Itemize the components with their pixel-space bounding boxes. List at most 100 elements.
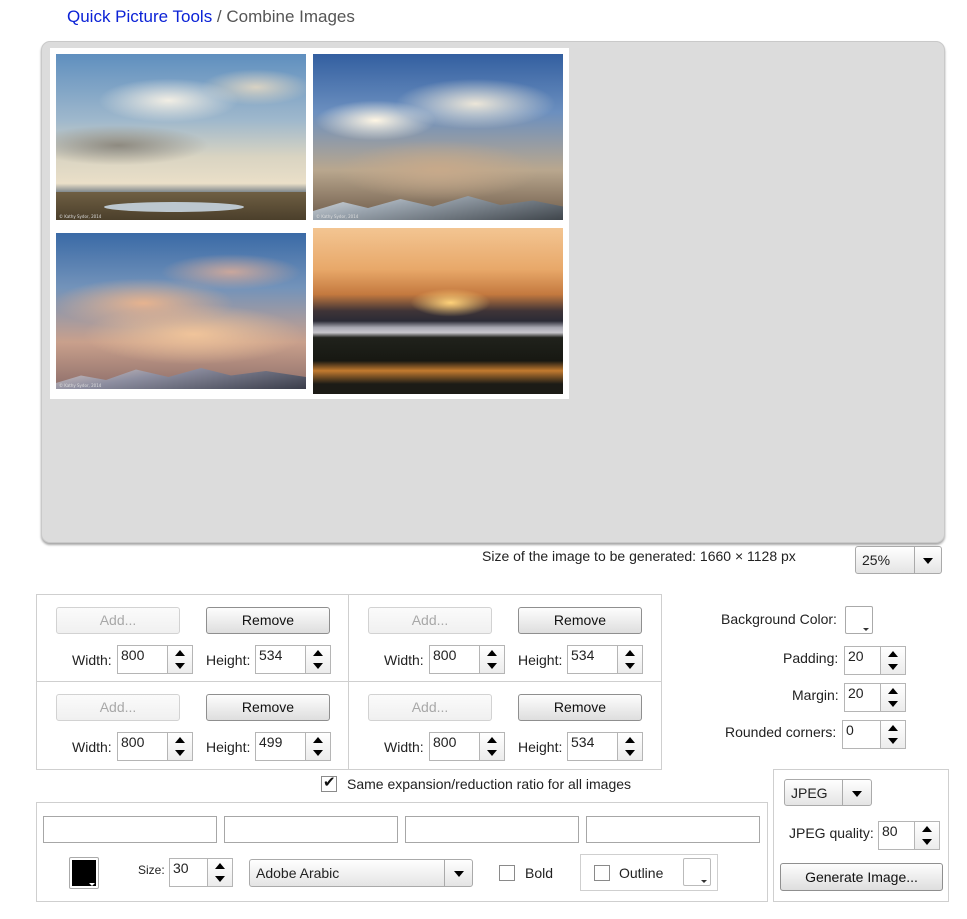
width-stepper[interactable]: 800: [117, 645, 193, 674]
font-size-label: Size:: [138, 863, 165, 877]
triangle-down-icon[interactable]: [215, 876, 225, 882]
width-input[interactable]: 800: [429, 732, 479, 761]
triangle-up-icon[interactable]: [487, 650, 497, 656]
triangle-down-icon[interactable]: [313, 663, 323, 669]
same-ratio-checkbox[interactable]: ✔: [321, 773, 337, 792]
font-family-value: Adobe Arabic: [256, 865, 340, 881]
triangle-up-icon[interactable]: [175, 650, 185, 656]
triangle-up-icon[interactable]: [888, 725, 898, 731]
background-color-label: Background Color:: [721, 611, 837, 627]
background-color-picker[interactable]: [845, 606, 873, 634]
triangle-down-icon[interactable]: [922, 839, 932, 845]
add-image-button[interactable]: Add...: [56, 607, 180, 634]
outline-label[interactable]: Outline: [619, 865, 663, 881]
add-image-button[interactable]: Add...: [368, 607, 492, 634]
check-mark-icon: ✔: [323, 773, 336, 791]
preview-photo-2: © Kathy Sydor, 2014: [313, 54, 563, 220]
triangle-down-icon[interactable]: [175, 750, 185, 756]
remove-image-button[interactable]: Remove: [206, 607, 330, 634]
triangle-down-icon[interactable]: [625, 750, 635, 756]
triangle-down-icon[interactable]: [888, 701, 898, 707]
rounded-corners-input[interactable]: 0: [842, 720, 880, 749]
height-input[interactable]: 534: [255, 645, 305, 674]
margin-input[interactable]: 20: [844, 683, 880, 712]
padding-label: Padding:: [783, 650, 839, 666]
remove-image-button[interactable]: Remove: [518, 694, 642, 721]
jpeg-quality-input[interactable]: 80: [878, 821, 914, 850]
triangle-down-icon[interactable]: [487, 663, 497, 669]
image-slot-3: Add... Remove Width: 800 Height: 499: [37, 682, 349, 769]
zoom-select[interactable]: 25%: [855, 546, 942, 574]
text-input-2[interactable]: [224, 816, 398, 843]
height-input[interactable]: 499: [255, 732, 305, 761]
preview-photo-1: © Kathy Sydor, 2014: [56, 54, 306, 220]
height-stepper[interactable]: 534: [567, 732, 643, 761]
rounded-corners-stepper[interactable]: 0: [842, 720, 906, 749]
width-stepper[interactable]: 800: [117, 732, 193, 761]
generate-image-button[interactable]: Generate Image...: [780, 863, 943, 891]
preview-photo-4: [313, 228, 563, 394]
width-stepper[interactable]: 800: [429, 645, 505, 674]
width-input[interactable]: 800: [429, 645, 479, 674]
width-label: Width:: [72, 739, 112, 755]
width-stepper[interactable]: 800: [429, 732, 505, 761]
height-label: Height:: [206, 739, 251, 755]
width-input[interactable]: 800: [117, 645, 167, 674]
font-family-select[interactable]: Adobe Arabic: [249, 859, 473, 887]
triangle-down-icon[interactable]: [175, 663, 185, 669]
triangle-up-icon[interactable]: [922, 826, 932, 832]
text-color-picker[interactable]: [69, 857, 99, 889]
width-input[interactable]: 800: [117, 732, 167, 761]
bold-checkbox[interactable]: [499, 865, 515, 881]
output-panel: JPEG JPEG quality: 80 Generate Image...: [773, 769, 949, 902]
height-input[interactable]: 534: [567, 645, 617, 674]
triangle-down-icon[interactable]: [625, 663, 635, 669]
outline-checkbox[interactable]: [594, 865, 610, 881]
triangle-up-icon[interactable]: [313, 650, 323, 656]
add-image-button[interactable]: Add...: [56, 694, 180, 721]
triangle-down-icon[interactable]: [313, 750, 323, 756]
rounded-corners-label: Rounded corners:: [725, 724, 837, 740]
triangle-up-icon[interactable]: [888, 651, 898, 657]
image-slots-grid: Add... Remove Width: 800 Height: 534 Add…: [36, 594, 662, 770]
image-slot-1: Add... Remove Width: 800 Height: 534: [37, 595, 349, 682]
text-input-4[interactable]: [586, 816, 760, 843]
triangle-up-icon[interactable]: [625, 737, 635, 743]
remove-image-button[interactable]: Remove: [518, 607, 642, 634]
triangle-up-icon[interactable]: [487, 737, 497, 743]
font-size-stepper[interactable]: 30: [169, 858, 233, 887]
jpeg-quality-stepper[interactable]: 80: [878, 821, 940, 850]
text-input-1[interactable]: [43, 816, 217, 843]
same-ratio-label[interactable]: Same expansion/reduction ratio for all i…: [347, 776, 631, 792]
photo-watermark: © Kathy Sydor, 2014: [59, 383, 102, 388]
add-image-button[interactable]: Add...: [368, 694, 492, 721]
outline-color-picker[interactable]: [683, 858, 711, 886]
triangle-up-icon[interactable]: [888, 688, 898, 694]
text-overlay-panel: Size: 30 Adobe Arabic Bold Outline: [36, 802, 768, 902]
margin-stepper[interactable]: 20: [844, 683, 906, 712]
outline-group: Outline: [580, 854, 718, 891]
height-stepper[interactable]: 499: [255, 732, 331, 761]
padding-input[interactable]: 20: [844, 646, 880, 675]
triangle-down-icon[interactable]: [888, 738, 898, 744]
breadcrumb-link-quick-picture-tools[interactable]: Quick Picture Tools: [67, 7, 212, 26]
height-input[interactable]: 534: [567, 732, 617, 761]
triangle-up-icon[interactable]: [313, 737, 323, 743]
triangle-up-icon[interactable]: [175, 737, 185, 743]
font-size-input[interactable]: 30: [169, 858, 207, 887]
format-select[interactable]: JPEG: [784, 779, 872, 806]
padding-stepper[interactable]: 20: [844, 646, 906, 675]
photo-watermark: © Kathy Sydor, 2014: [316, 214, 359, 219]
zoom-value: 25%: [862, 552, 891, 568]
triangle-down-icon[interactable]: [888, 664, 898, 670]
triangle-down-icon[interactable]: [487, 750, 497, 756]
text-input-3[interactable]: [405, 816, 579, 843]
remove-image-button[interactable]: Remove: [206, 694, 330, 721]
triangle-up-icon[interactable]: [625, 650, 635, 656]
bold-label[interactable]: Bold: [525, 865, 553, 881]
width-label: Width:: [384, 652, 424, 668]
triangle-up-icon[interactable]: [215, 863, 225, 869]
height-stepper[interactable]: 534: [255, 645, 331, 674]
height-stepper[interactable]: 534: [567, 645, 643, 674]
breadcrumb: Quick Picture Tools / Combine Images: [67, 7, 355, 27]
